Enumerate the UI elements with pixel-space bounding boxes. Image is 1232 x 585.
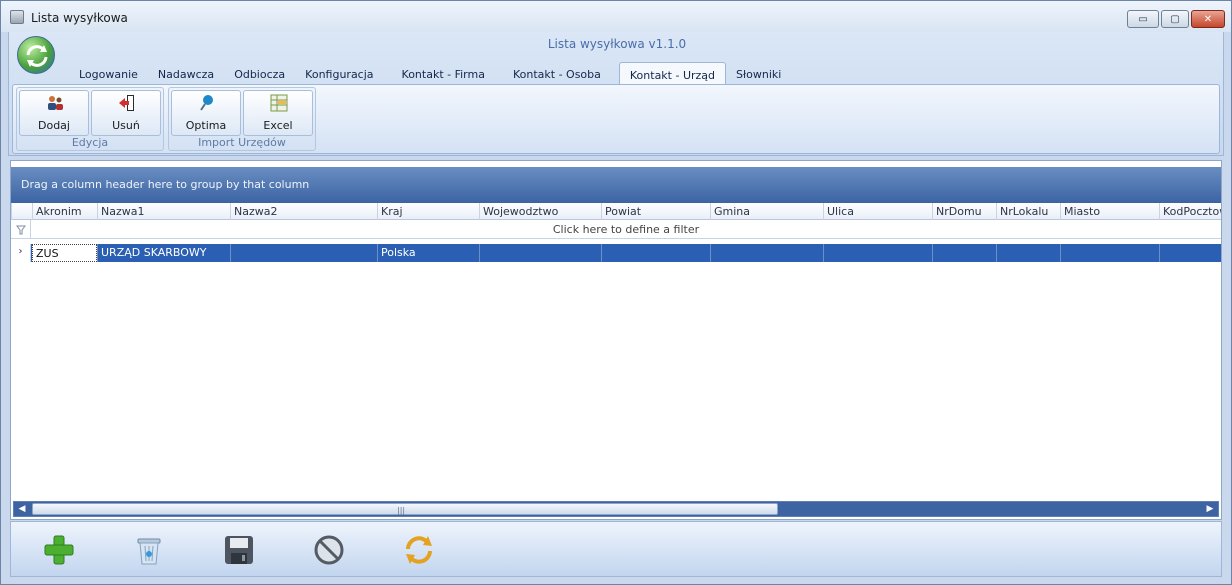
app-menu-orb[interactable] <box>17 36 55 74</box>
tab-nadawcza[interactable]: Nadawcza <box>148 62 224 84</box>
minimize-button[interactable]: ▭ <box>1127 10 1159 28</box>
table-cell[interactable] <box>710 244 823 262</box>
sync-logo-icon <box>26 45 48 67</box>
usun-label: Usuń <box>112 119 140 132</box>
refresh-button[interactable] <box>401 532 437 568</box>
cancel-button[interactable] <box>311 532 347 568</box>
add-record-button[interactable] <box>41 532 77 568</box>
excel-button[interactable]: Excel <box>243 90 313 136</box>
close-button[interactable]: ✕ <box>1191 10 1225 28</box>
scroll-left-icon[interactable]: ◀ <box>14 502 30 516</box>
pin-icon <box>200 95 213 111</box>
scroll-thumb[interactable]: ||| <box>32 503 778 515</box>
tab-slowniki[interactable]: Słowniki <box>726 62 791 84</box>
app-icon <box>10 10 24 24</box>
cancel-icon <box>314 535 344 565</box>
header-indicator <box>11 203 32 220</box>
column-header[interactable]: KodPocztow <box>1159 203 1221 220</box>
filter-icon <box>16 225 26 235</box>
add-icon <box>44 535 74 565</box>
column-header[interactable]: Wojewodztwo <box>479 203 601 220</box>
tab-logowanie[interactable]: Logowanie <box>69 62 148 84</box>
maximize-button[interactable]: ▢ <box>1161 10 1189 28</box>
group-import-urzedow: Optima Excel Import Urzędów <box>168 87 316 151</box>
bottom-toolbar <box>10 521 1222 577</box>
column-header[interactable]: Nazwa2 <box>230 203 377 220</box>
group-edycja-label: Edycja <box>71 136 109 149</box>
column-header[interactable]: Powiat <box>601 203 710 220</box>
horizontal-scrollbar[interactable]: ◀ ||| ▶ <box>13 501 1219 517</box>
group-import-label: Import Urzędów <box>198 136 286 149</box>
column-header[interactable]: Akronim <box>32 203 97 220</box>
ribbon-tabs: Logowanie Nadawcza Odbiocza Konfiguracja… <box>69 62 791 86</box>
table-cell[interactable] <box>230 244 377 262</box>
delete-record-button[interactable] <box>131 532 167 568</box>
window-title: Lista wysyłkowa <box>31 11 128 25</box>
column-header[interactable]: Miasto <box>1060 203 1159 220</box>
tab-odbiocza[interactable]: Odbiocza <box>224 62 295 84</box>
add-user-icon <box>48 96 63 110</box>
column-header[interactable]: Ulica <box>823 203 932 220</box>
table-cell[interactable] <box>1159 244 1221 262</box>
scroll-right-icon[interactable]: ▶ <box>1202 502 1218 516</box>
app-caption: Lista wysyłkowa v1.1.0 <box>547 37 687 51</box>
table-cell[interactable] <box>996 244 1060 262</box>
filter-row[interactable]: Click here to define a filter <box>11 220 1221 239</box>
optima-button[interactable]: Optima <box>171 90 241 136</box>
dodaj-label: Dodaj <box>38 119 70 132</box>
tab-kontakt-osoba[interactable]: Kontakt - Osoba <box>503 62 611 84</box>
column-header[interactable]: NrLokalu <box>996 203 1060 220</box>
column-header[interactable]: Nazwa1 <box>97 203 230 220</box>
excel-label: Excel <box>263 119 293 132</box>
table-row[interactable]: › ZUS URZĄD SKARBOWY Polska <box>11 244 1221 262</box>
table-cell[interactable] <box>1060 244 1159 262</box>
filter-prompt[interactable]: Click here to define a filter <box>31 223 1221 236</box>
scroll-grip-icon: ||| <box>397 506 406 515</box>
data-grid: Drag a column header here to group by th… <box>10 160 1222 520</box>
optima-label: Optima <box>185 119 227 132</box>
group-by-panel[interactable]: Drag a column header here to group by th… <box>11 167 1221 203</box>
dodaj-button[interactable]: Dodaj <box>19 90 89 136</box>
table-cell[interactable] <box>601 244 710 262</box>
ribbon-panel: Dodaj Usuń Edycja Optima Excel Import Ur… <box>12 84 1220 154</box>
table-cell[interactable] <box>823 244 932 262</box>
usun-button[interactable]: Usuń <box>91 90 161 136</box>
column-header[interactable]: NrDomu <box>932 203 996 220</box>
column-header-row: Akronim Nazwa1 Nazwa2 Kraj Wojewodztwo P… <box>11 203 1221 220</box>
table-cell[interactable]: ZUS <box>32 244 97 262</box>
tab-kontakt-firma[interactable]: Kontakt - Firma <box>392 62 495 84</box>
refresh-icon <box>406 536 432 564</box>
table-cell[interactable]: URZĄD SKARBOWY <box>97 244 230 262</box>
spreadsheet-icon <box>270 94 288 112</box>
filter-indicator <box>11 220 31 239</box>
table-cell[interactable]: Polska <box>377 244 479 262</box>
recycle-bin-icon <box>137 538 161 565</box>
save-icon <box>225 536 253 564</box>
table-cell[interactable] <box>932 244 996 262</box>
row-indicator-arrow-icon: › <box>11 244 31 262</box>
remove-door-icon <box>119 95 134 111</box>
ribbon: Lista wysyłkowa v1.1.0 Logowanie Nadawcz… <box>8 32 1224 156</box>
title-bar: Lista wysyłkowa ▭ ▢ ✕ <box>0 0 1232 32</box>
save-record-button[interactable] <box>221 532 257 568</box>
tab-konfiguracja[interactable]: Konfiguracja <box>295 62 383 84</box>
column-header[interactable]: Kraj <box>377 203 479 220</box>
group-edycja: Dodaj Usuń Edycja <box>16 87 164 151</box>
column-header[interactable]: Gmina <box>710 203 823 220</box>
table-cell[interactable] <box>479 244 601 262</box>
tab-kontakt-urzad[interactable]: Kontakt - Urząd <box>618 62 727 86</box>
